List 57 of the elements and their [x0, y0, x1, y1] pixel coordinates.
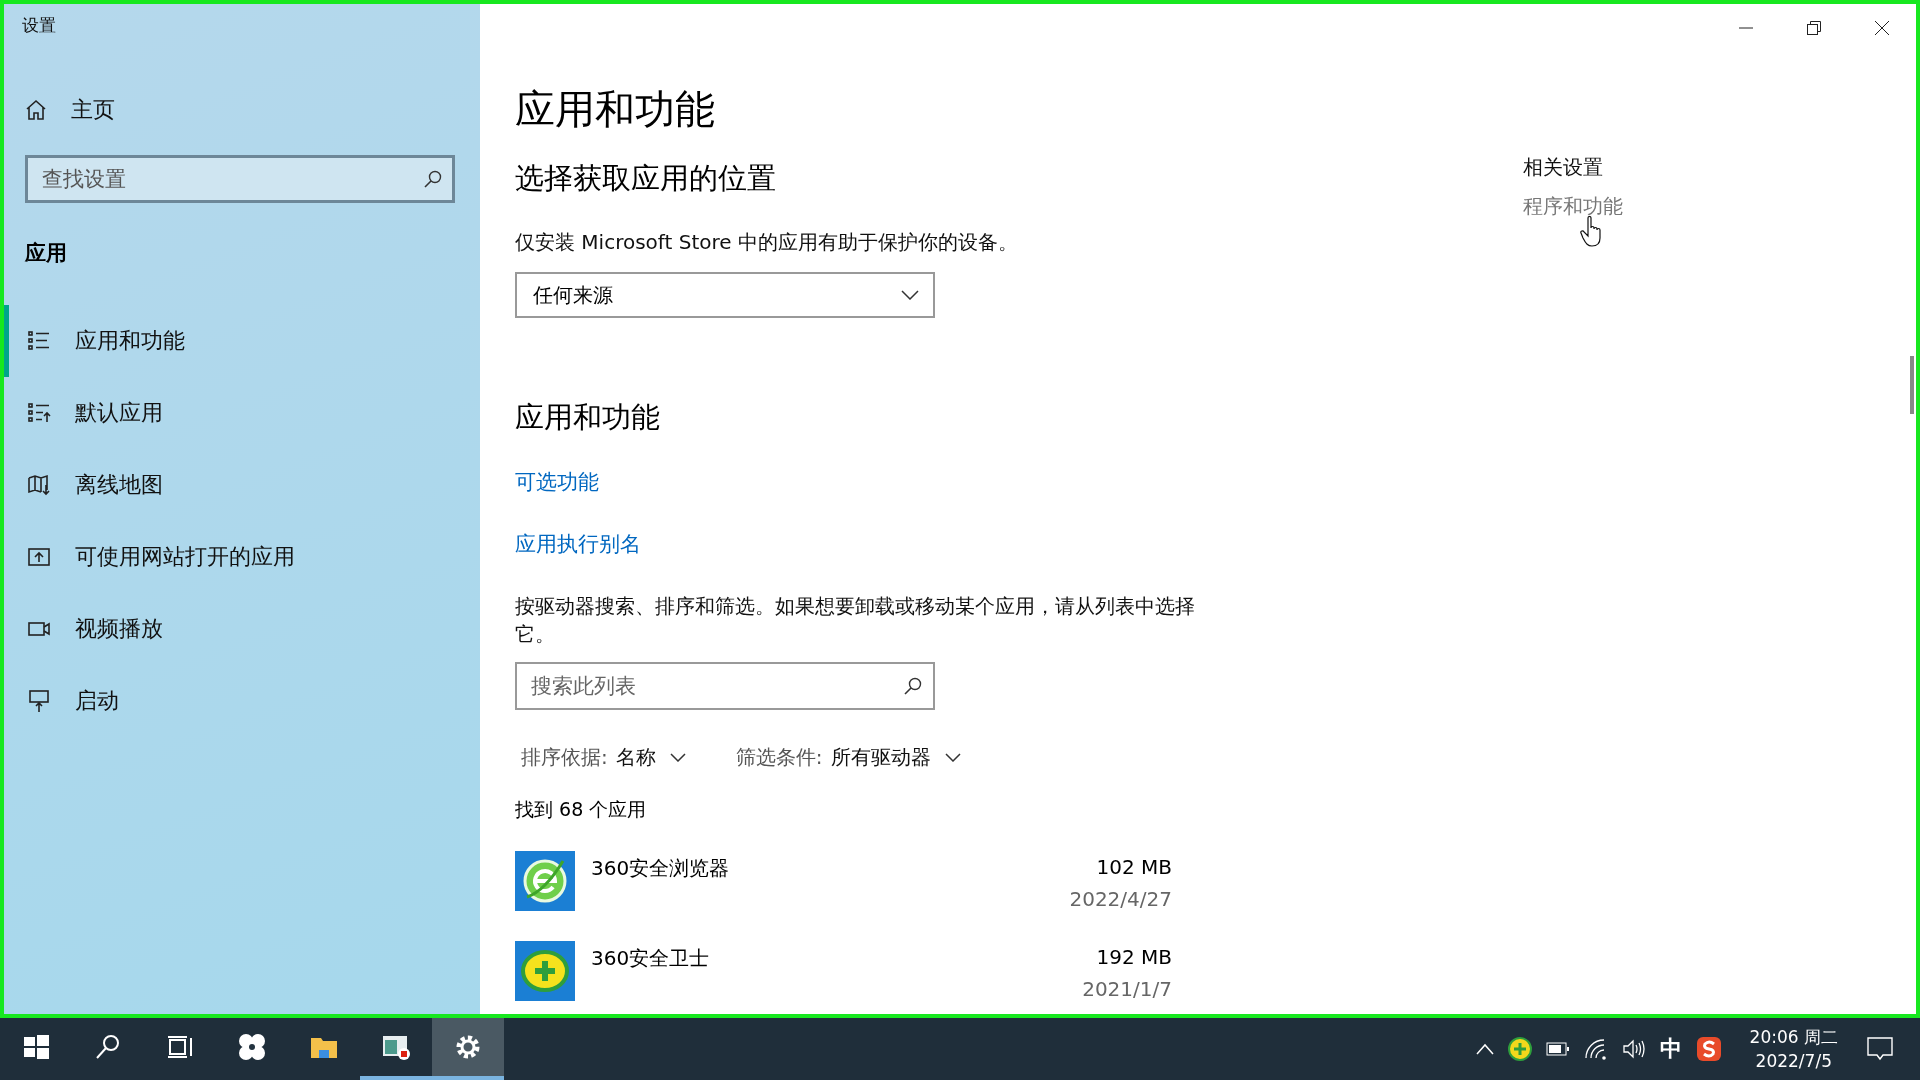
windows-icon: [21, 1032, 51, 1062]
app-count: 找到 68 个应用: [515, 797, 647, 822]
wifi-icon[interactable]: [1583, 1038, 1608, 1060]
link[interactable]: 应用执行别名: [515, 530, 641, 558]
window-icon: [27, 545, 51, 569]
app-name[interactable]: 360安全浏览器: [591, 855, 1070, 882]
home-link[interactable]: 主页: [4, 95, 115, 125]
nav-item[interactable]: 启动: [4, 665, 480, 737]
fan-icon: [237, 1032, 267, 1062]
shield-plus-icon[interactable]: [1507, 1037, 1532, 1061]
battery-icon[interactable]: [1545, 1042, 1570, 1056]
app-name[interactable]: 360安全卫士: [591, 945, 1083, 972]
related-link[interactable]: 程序和功能: [1523, 193, 1623, 220]
monitor-icon: [27, 689, 51, 713]
search-icon: [423, 169, 443, 189]
chevron-icon: [901, 290, 919, 300]
input-method-indicator[interactable]: 中: [1659, 1034, 1682, 1064]
sort-dropdown[interactable]: 排序依据: 名称: [521, 744, 686, 771]
app-size: 192 MB: [1095, 945, 1172, 969]
section-heading: 应用: [25, 240, 67, 267]
map-icon: [27, 473, 51, 497]
notification-icon[interactable]: [1866, 1036, 1894, 1062]
search-icon: [903, 676, 923, 696]
volume-icon[interactable]: [1621, 1038, 1646, 1060]
search-field[interactable]: 查找设置: [25, 155, 455, 203]
clock[interactable]: 20:06 周二 2022/7/5: [1749, 1025, 1838, 1073]
window-title: 设置: [21, 14, 57, 37]
caret-up-icon[interactable]: [1475, 1043, 1494, 1055]
nav-item[interactable]: 视频播放: [4, 593, 480, 665]
globe-e-icon: [515, 851, 575, 911]
source-dropdown[interactable]: 任何来源: [515, 272, 935, 318]
app-date: 2021/1/7: [1082, 977, 1172, 1001]
link[interactable]: 可选功能: [515, 468, 599, 496]
related-heading: 相关设置: [1523, 154, 1603, 181]
chevron-icon: [669, 753, 686, 762]
nav-item[interactable]: 离线地图: [4, 449, 480, 521]
list-search-field[interactable]: 搜索此列表: [515, 662, 935, 710]
source-description: 仅安装 Microsoft Store 中的应用有助于保护你的设备。: [515, 229, 1019, 256]
list-icon: [27, 401, 51, 425]
taskbar-button[interactable]: [432, 1018, 504, 1080]
restore-icon[interactable]: [1806, 20, 1822, 36]
app-size: 102 MB: [1095, 855, 1172, 879]
sogou-s-icon[interactable]: [1695, 1036, 1722, 1062]
list-description: 按驱动器搜索、排序和筛选。如果想要卸载或移动某个应用，请从列表中选择它。: [515, 593, 1196, 648]
app-date: 2022/4/27: [1069, 887, 1172, 911]
home-icon: [25, 99, 47, 121]
scrollbar[interactable]: [1910, 356, 1914, 414]
page-title: 应用和功能: [515, 85, 715, 134]
shield-plus-icon: [515, 941, 575, 1001]
close-icon[interactable]: [1874, 20, 1890, 36]
section-heading: 应用和功能: [515, 399, 660, 436]
nav-item[interactable]: 默认应用: [4, 377, 480, 449]
filter-dropdown[interactable]: 筛选条件: 所有驱动器: [735, 744, 961, 771]
list-icon: [27, 329, 51, 353]
chevron-icon: [944, 753, 961, 762]
section-heading: 选择获取应用的位置: [515, 160, 776, 197]
nav-item[interactable]: 可使用网站打开的应用: [4, 521, 480, 593]
